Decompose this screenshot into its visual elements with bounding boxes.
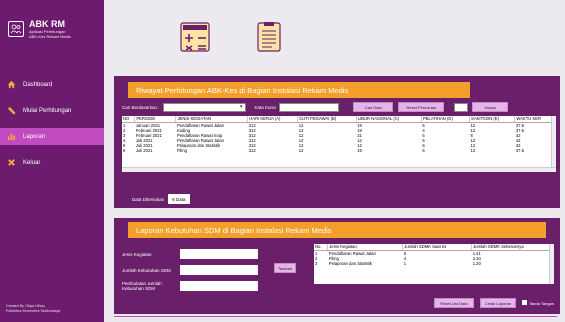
nav-menu: Dashboard Mulai Perhitungan Laporan Kelu… xyxy=(0,76,104,171)
table-cell: 12 xyxy=(470,148,476,154)
laporan-panel: Laporan Kebutuhan SDM di Bagian Instalas… xyxy=(114,218,560,314)
vertical-scrollbar[interactable] xyxy=(551,116,556,172)
nav-label: Keluar xyxy=(23,159,41,166)
search-row: Cari Berdasarkan : Kata Kunci Cari Data … xyxy=(122,102,509,112)
riwayat-table[interactable]: NO PERIODE JENIS KEGIATAN HARI KERJA (A) CUT… xyxy=(122,116,556,172)
data-count-label: Data Ditemukan xyxy=(132,196,165,202)
laporan-actions: Reset List Data Cetak Laporan Tanda Tang… xyxy=(433,298,554,308)
nav-item-laporan[interactable]: Laporan xyxy=(0,128,104,145)
pembulatan-label: Pembulatan Jumlah Kebutuhan SDM xyxy=(122,281,162,291)
app-logo-icon xyxy=(8,21,24,37)
table-cell: 1 xyxy=(403,260,407,266)
riwayat-panel: Riwayat Perhitungan ABK-Kes di Bagian In… xyxy=(114,76,560,208)
home-icon xyxy=(6,80,16,90)
tambah-button[interactable]: Tambah xyxy=(274,263,296,273)
nav-label: Laporan xyxy=(23,133,46,140)
brand: ABK RM Aplikasi Perhitungan ABK-Kes Reka… xyxy=(0,0,104,48)
riwayat-title: Riwayat Perhitungan ABK-Kes di Bagian In… xyxy=(128,82,470,98)
table-cell: Juli 2021 xyxy=(135,148,153,154)
table-row[interactable]: 3 Pelaporan dan Statistik 1 1.20 xyxy=(314,261,554,266)
nav-label: Mulai Perhitungan xyxy=(23,107,72,114)
reset-pencarian-button[interactable]: Reset Pencarian xyxy=(398,102,445,112)
main-content: Riwayat Perhitungan ABK-Kes di Bagian In… xyxy=(104,0,565,322)
table-cell: Pelaporan dan Statistik xyxy=(328,260,372,266)
pencil-icon xyxy=(6,106,16,116)
data-count-value: 6 Data xyxy=(168,194,190,204)
calculator-icon xyxy=(180,22,210,52)
kata-kunci-label: Kata Kunci xyxy=(254,104,277,110)
cetak-laporan-button[interactable]: Cetak Laporan xyxy=(479,298,516,308)
sidebar-footer: Created By Okiya Ulhaq Poltekkes Kemenke… xyxy=(6,304,60,314)
nav-item-dashboard[interactable]: Dashboard xyxy=(0,76,104,93)
report-document-icon xyxy=(254,22,284,52)
cari-data-button[interactable]: Cari Data xyxy=(353,102,394,112)
table-cell: 3 xyxy=(315,260,318,266)
table-cell: 312 xyxy=(248,148,256,154)
table-cell: Filing xyxy=(176,148,187,154)
jumlah-kebutuhan-label: Jumlah Kebutuhan SDM xyxy=(122,267,171,273)
jenis-kegiatan-input[interactable] xyxy=(180,249,258,259)
nav-item-keluar[interactable]: Keluar xyxy=(0,154,104,171)
divider xyxy=(114,316,557,317)
hapus-id-input[interactable] xyxy=(454,102,469,112)
table-cell: 5 xyxy=(422,148,425,154)
nav-label: Dashboard xyxy=(23,81,53,88)
cari-label: Cari Berdasarkan : xyxy=(122,104,160,110)
table-cell: 12 xyxy=(298,148,304,154)
data-count: Data Ditemukan 6 Data xyxy=(132,194,190,204)
close-icon xyxy=(6,158,16,168)
table-cell: 19 xyxy=(357,148,362,154)
tanda-tangan-option[interactable]: Tanda Tangan xyxy=(521,300,554,306)
sidebar: ABK RM Aplikasi Perhitungan ABK-Kes Reka… xyxy=(0,0,104,322)
laporan-form: Jenis Kegiatan Jumlah Kebutuhan SDM Pemb… xyxy=(122,246,258,294)
app-subtitle-2: ABK-Kes Rekam Medis xyxy=(29,34,71,39)
table-cell: 1.20 xyxy=(472,260,481,266)
horizontal-scrollbar[interactable] xyxy=(122,167,556,172)
footer-institution: Poltekkes Kemenkes Tasikmalaya xyxy=(6,309,61,313)
reset-list-button[interactable]: Reset List Data xyxy=(433,298,474,308)
cari-berdasarkan-select[interactable] xyxy=(162,102,246,112)
laporan-title: Laporan Kebutuhan SDM di Bagian Instalas… xyxy=(128,222,546,238)
table-row[interactable]: 6 Juli 2021 Filing 312 12 19 5 12 37.5 xyxy=(122,148,556,153)
app-title: ABK RM xyxy=(29,19,65,29)
jenis-kegiatan-label: Jenis Kegiatan xyxy=(122,251,152,257)
table-cell: 6 xyxy=(123,148,126,154)
bar-chart-icon xyxy=(6,132,16,142)
pembulatan-input[interactable] xyxy=(180,281,258,291)
hapus-button[interactable]: Hapus xyxy=(472,102,509,112)
vertical-scrollbar[interactable] xyxy=(549,244,554,284)
nav-item-mulai-perhitungan[interactable]: Mulai Perhitungan xyxy=(0,102,104,119)
laporan-table[interactable]: No. Jenis Kegiatan Jumlah SDMK Saat Ini Jum… xyxy=(314,244,554,284)
checkbox-icon[interactable] xyxy=(521,300,527,305)
kata-kunci-input[interactable] xyxy=(279,102,340,112)
jumlah-kebutuhan-input[interactable] xyxy=(180,265,258,275)
table-header-row: No. Jenis Kegiatan Jumlah SDMK Saat Ini Jum… xyxy=(314,244,554,251)
top-icons xyxy=(180,22,284,52)
tanda-tangan-label: Tanda Tangan xyxy=(528,301,554,306)
table-cell: 37.5 xyxy=(515,148,524,154)
